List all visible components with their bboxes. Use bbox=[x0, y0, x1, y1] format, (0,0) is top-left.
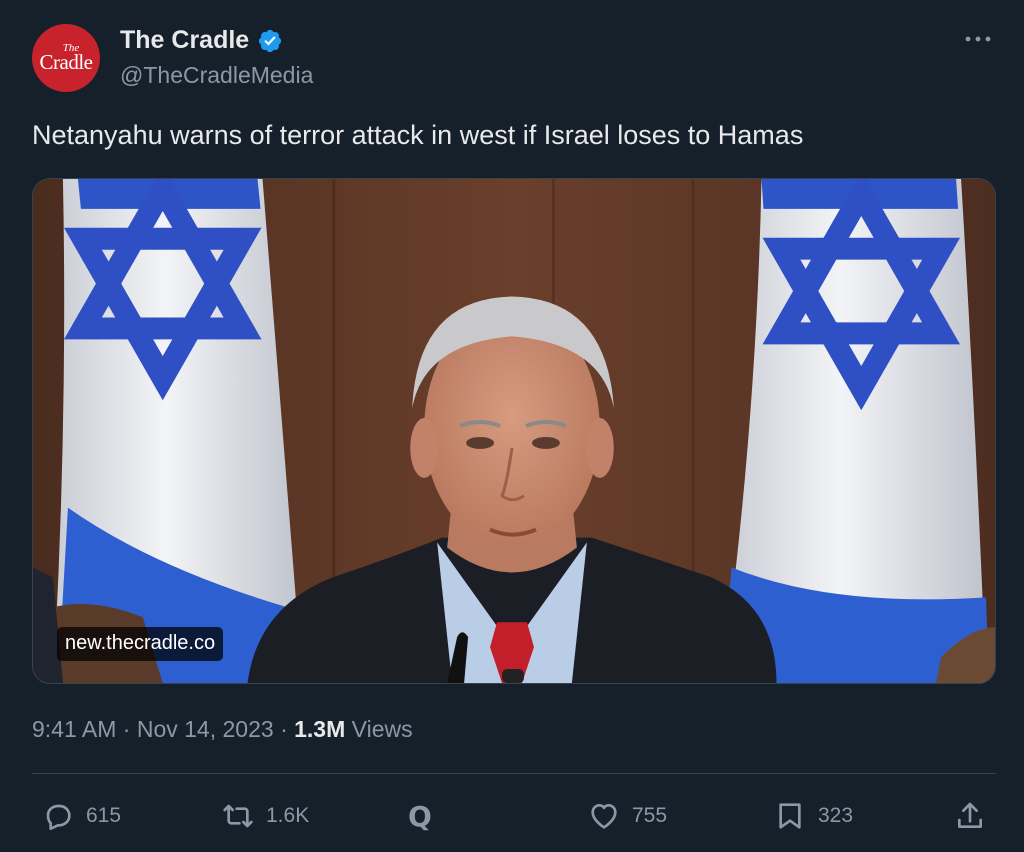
bookmark-icon bbox=[779, 803, 801, 829]
link-preview-card[interactable]: new.thecradle.co bbox=[32, 178, 996, 684]
more-options-button[interactable] bbox=[958, 24, 998, 54]
bookmark-count: 323 bbox=[818, 804, 854, 827]
author-display-name[interactable]: The Cradle bbox=[120, 26, 249, 55]
action-bar: 615 1.6K Q 755 323 bbox=[0, 790, 1024, 842]
tweet-time[interactable]: 9:41 AM bbox=[32, 716, 116, 742]
retweet-icon bbox=[223, 804, 253, 828]
retweet-count: 1.6K bbox=[266, 804, 310, 827]
reply-button[interactable]: 615 bbox=[42, 790, 121, 842]
avatar-text-big: Cradle bbox=[39, 50, 93, 74]
grok-icon: Q bbox=[408, 799, 432, 833]
author-name-row: The Cradle bbox=[120, 26, 283, 55]
grok-button[interactable]: Q bbox=[408, 790, 432, 842]
news-photo bbox=[33, 179, 995, 683]
share-icon bbox=[958, 802, 982, 828]
tweet-card: The Cradle The Cradle @TheCradleMedia Ne… bbox=[0, 0, 1024, 852]
author-avatar[interactable]: The Cradle bbox=[32, 24, 100, 92]
tweet-date[interactable]: Nov 14, 2023 bbox=[137, 716, 274, 742]
like-button[interactable]: 755 bbox=[588, 790, 667, 842]
bookmark-button[interactable]: 323 bbox=[774, 790, 853, 842]
link-domain-label: new.thecradle.co bbox=[57, 627, 224, 661]
heart-icon bbox=[591, 804, 617, 829]
views-label: Views bbox=[351, 716, 413, 742]
author-handle[interactable]: @TheCradleMedia bbox=[120, 62, 313, 89]
tweet-text: Netanyahu warns of terror attack in west… bbox=[32, 120, 804, 150]
retweet-button[interactable]: 1.6K bbox=[222, 790, 309, 842]
verified-badge-icon bbox=[259, 29, 282, 52]
tweet-meta: 9:41 AM · Nov 14, 2023 · 1.3M Views bbox=[32, 716, 413, 743]
more-horizontal-icon bbox=[965, 36, 991, 42]
meta-separator: · bbox=[122, 716, 131, 742]
divider bbox=[32, 773, 996, 774]
reply-icon bbox=[46, 804, 71, 830]
reply-count: 615 bbox=[86, 804, 122, 827]
views-count: 1.3M bbox=[294, 716, 346, 742]
like-count: 755 bbox=[632, 804, 668, 827]
share-button[interactable] bbox=[954, 790, 986, 842]
meta-separator: · bbox=[280, 716, 288, 742]
